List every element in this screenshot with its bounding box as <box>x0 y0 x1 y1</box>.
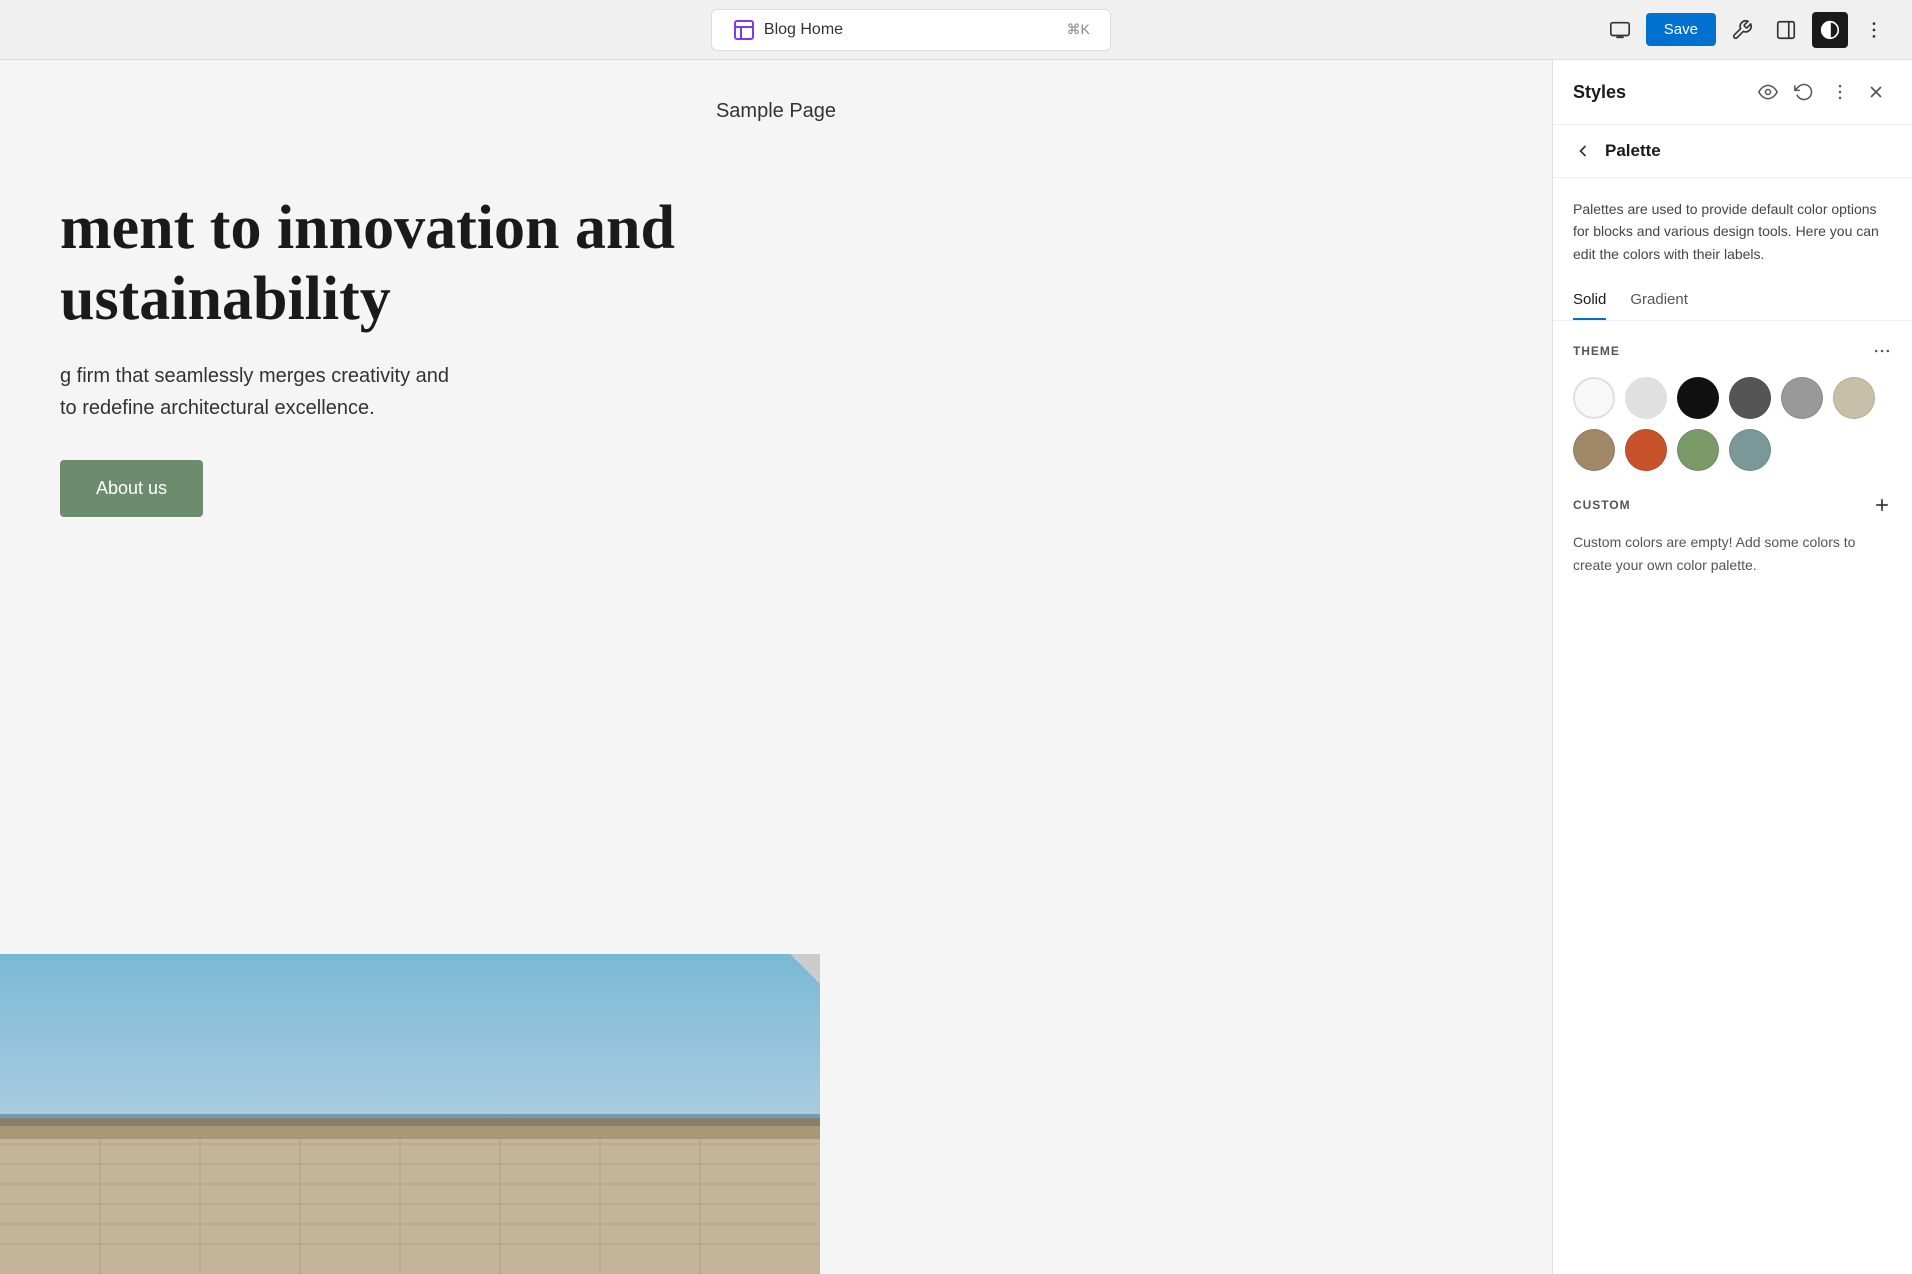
tab-gradient[interactable]: Gradient <box>1630 281 1688 320</box>
color-swatch-white-light[interactable] <box>1573 377 1615 419</box>
theme-label: THEME <box>1573 344 1620 358</box>
device-preview-button[interactable] <box>1602 12 1638 48</box>
sidebar-toggle-button[interactable] <box>1768 12 1804 48</box>
tab-solid[interactable]: Solid <box>1573 281 1606 320</box>
add-custom-color-button[interactable] <box>1872 495 1892 515</box>
styles-panel-title: Styles <box>1573 82 1626 103</box>
topbar-right: Save <box>1602 12 1892 48</box>
color-swatch-white-dark[interactable] <box>1625 377 1667 419</box>
color-swatch-terracotta[interactable] <box>1625 429 1667 471</box>
dark-mode-button[interactable] <box>1812 12 1848 48</box>
close-panel-button[interactable] <box>1860 76 1892 108</box>
hero-section: ment to innovation andustainability g fi… <box>0 153 1552 517</box>
layout-icon <box>732 18 756 42</box>
building-image <box>0 954 820 1274</box>
custom-section: CUSTOM Custom colors are empty! Add some… <box>1553 471 1912 576</box>
palette-title: Palette <box>1605 141 1661 161</box>
custom-description: Custom colors are empty! Add some colors… <box>1573 531 1892 576</box>
color-swatch-medium-gray[interactable] <box>1781 377 1823 419</box>
about-us-button[interactable]: About us <box>60 460 203 517</box>
palette-tabs: Solid Gradient <box>1553 281 1912 321</box>
back-button[interactable] <box>1573 141 1593 161</box>
color-swatch-dark-gray[interactable] <box>1729 377 1771 419</box>
custom-label: CUSTOM <box>1573 498 1631 512</box>
styles-panel: Styles <box>1552 60 1912 1274</box>
color-swatch-warm-beige[interactable] <box>1833 377 1875 419</box>
panel-more-button[interactable] <box>1824 76 1856 108</box>
keyboard-shortcut: ⌘K <box>1067 21 1090 38</box>
tools-button[interactable] <box>1724 12 1760 48</box>
color-swatch-sage-green[interactable] <box>1677 429 1719 471</box>
history-button[interactable] <box>1788 76 1820 108</box>
theme-section-header: THEME <box>1573 341 1892 361</box>
sample-page-title: Sample Page <box>0 60 1552 153</box>
palette-header: Palette <box>1553 125 1912 178</box>
panel-header: Styles <box>1553 60 1912 125</box>
page-title: Blog Home <box>764 21 843 39</box>
color-swatch-steel-teal[interactable] <box>1729 429 1771 471</box>
eye-button[interactable] <box>1752 76 1784 108</box>
canvas-area: Sample Page ment to innovation andustain… <box>0 60 1552 1274</box>
color-swatch-black[interactable] <box>1677 377 1719 419</box>
topbar-center: Blog Home ⌘K <box>711 9 1111 51</box>
save-button[interactable]: Save <box>1646 13 1716 46</box>
theme-menu-button[interactable] <box>1872 341 1892 361</box>
hero-subtext: g firm that seamlessly merges creativity… <box>60 360 660 424</box>
theme-color-swatches <box>1573 377 1892 471</box>
building-svg <box>0 1074 820 1274</box>
color-swatch-brown-tan[interactable] <box>1573 429 1615 471</box>
custom-section-header: CUSTOM <box>1573 495 1892 515</box>
topbar: Blog Home ⌘K Save <box>0 0 1912 60</box>
palette-description: Palettes are used to provide default col… <box>1553 178 1912 281</box>
more-options-button[interactable] <box>1856 12 1892 48</box>
canvas-page: Sample Page ment to innovation andustain… <box>0 60 1552 1274</box>
hero-heading: ment to innovation andustainability <box>60 193 1492 336</box>
panel-header-icons <box>1752 76 1892 108</box>
topbar-center-left: Blog Home <box>732 18 843 42</box>
main-layout: Sample Page ment to innovation andustain… <box>0 60 1912 1274</box>
theme-section: THEME <box>1553 321 1912 471</box>
